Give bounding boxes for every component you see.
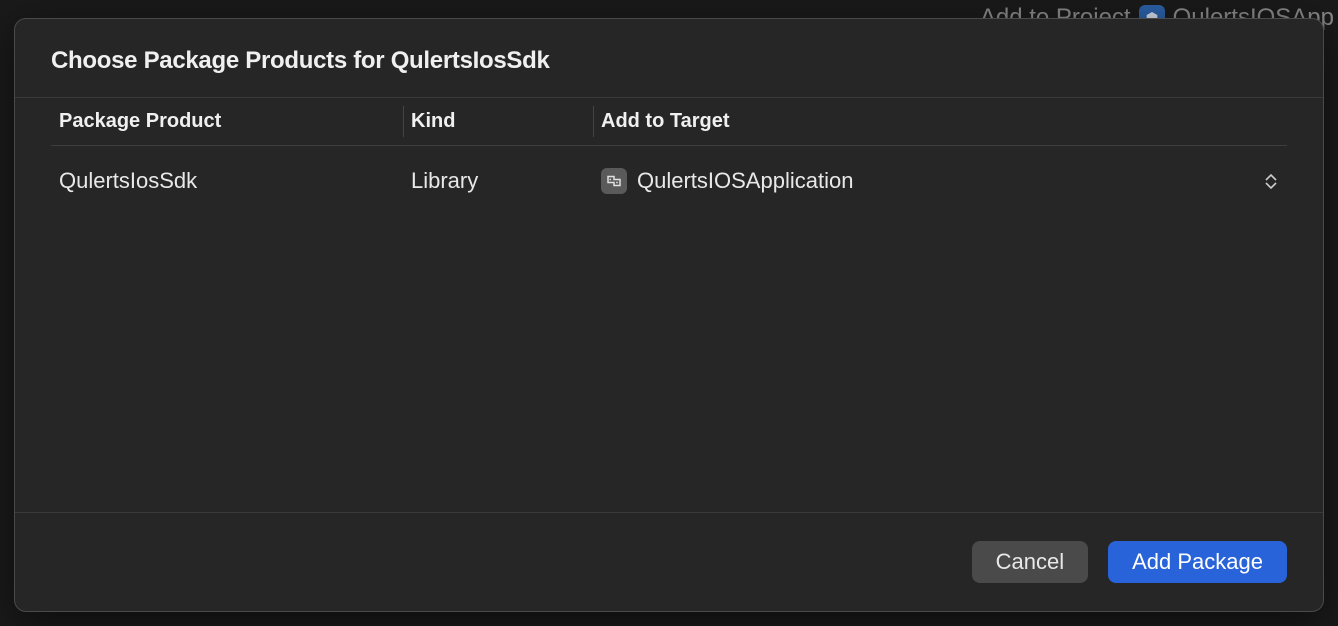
add-package-button[interactable]: Add Package: [1108, 541, 1287, 583]
column-header-product[interactable]: Package Product: [51, 110, 411, 133]
target-select[interactable]: QulertsIOSApplication: [601, 168, 1287, 194]
column-header-target[interactable]: Add to Target: [601, 110, 1287, 133]
product-kind: Library: [411, 168, 601, 194]
product-name: QulertsIosSdk: [51, 168, 411, 194]
app-target-icon: [601, 168, 627, 194]
target-label: QulertsIOSApplication: [637, 168, 1255, 194]
package-products-dialog: Choose Package Products for QulertsIosSd…: [14, 18, 1324, 612]
dialog-footer: Cancel Add Package: [15, 512, 1323, 611]
chevron-up-down-icon: [1265, 174, 1277, 189]
table-row: QulertsIosSdk Library QulertsIOSApplicat…: [51, 146, 1287, 216]
dialog-title: Choose Package Products for QulertsIosSd…: [51, 47, 1287, 75]
cancel-button[interactable]: Cancel: [972, 541, 1088, 583]
products-table: Package Product Kind Add to Target Quler…: [51, 98, 1287, 216]
column-header-kind[interactable]: Kind: [411, 110, 601, 133]
dialog-body: Package Product Kind Add to Target Quler…: [15, 98, 1323, 512]
dialog-header: Choose Package Products for QulertsIosSd…: [15, 19, 1323, 98]
table-header: Package Product Kind Add to Target: [51, 98, 1287, 146]
